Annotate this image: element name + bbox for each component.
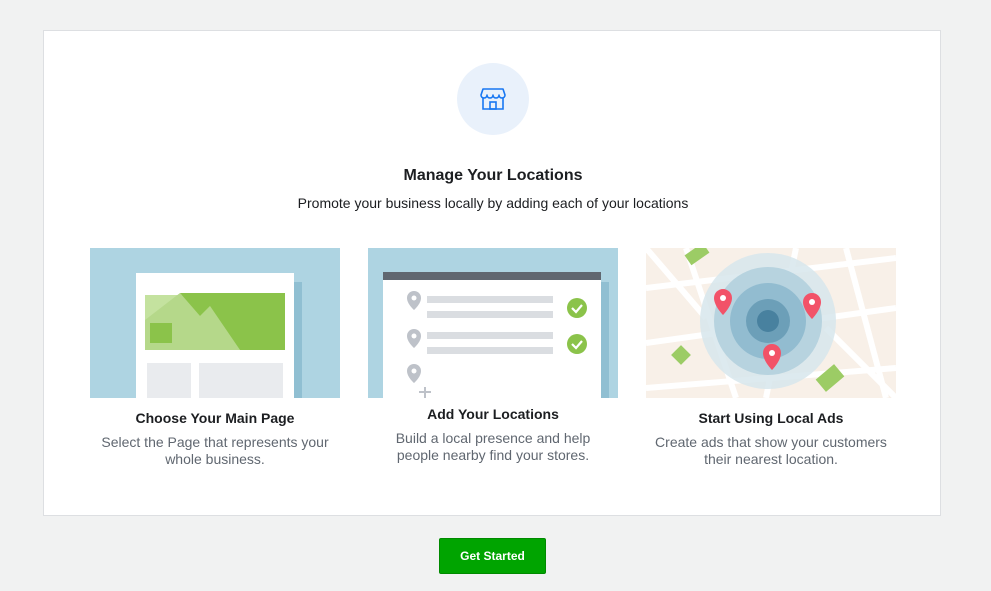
- store-icon: [457, 63, 529, 135]
- feature-main-page: Choose Your Main Page Select the Page th…: [90, 248, 340, 468]
- feature-add-locations: Add Your Locations Build a local presenc…: [368, 248, 618, 464]
- intro-card: Manage Your Locations Promote your busin…: [43, 30, 941, 516]
- page-subtitle: Promote your business locally by adding …: [297, 195, 689, 211]
- get-started-button[interactable]: Get Started: [439, 538, 546, 574]
- feature-description: Build a local presence and help people n…: [395, 430, 591, 463]
- feature-description: Select the Page that represents your who…: [101, 434, 329, 467]
- feature-title: Choose Your Main Page: [135, 410, 295, 426]
- feature-title: Start Using Local Ads: [698, 410, 844, 426]
- feature-description: Create ads that show your customers thei…: [655, 434, 887, 467]
- main-page-illustration: [90, 248, 340, 398]
- feature-title: Add Your Locations: [427, 406, 559, 422]
- feature-local-ads: Start Using Local Ads Create ads that sh…: [646, 248, 896, 468]
- local-ads-map-illustration: [646, 248, 896, 398]
- page-title: Manage Your Locations: [403, 167, 583, 184]
- locations-list-illustration: [368, 248, 618, 398]
